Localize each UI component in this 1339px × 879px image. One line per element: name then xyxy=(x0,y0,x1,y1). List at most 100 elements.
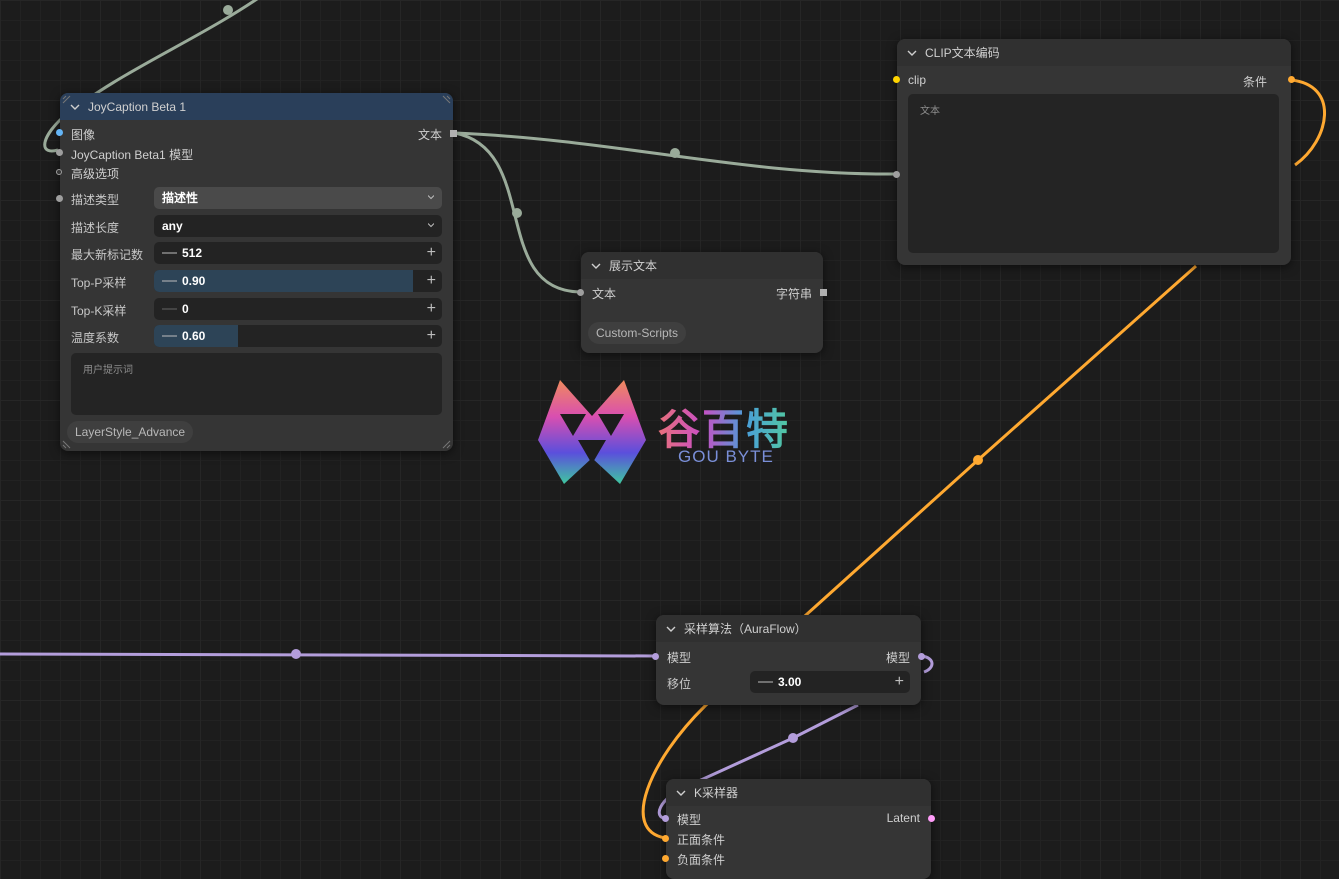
input-slot-model[interactable] xyxy=(662,815,669,822)
widget-label-shift: 移位 xyxy=(667,677,692,691)
input-label-advanced: 高级选项 xyxy=(71,167,120,181)
input-slot-model[interactable] xyxy=(652,653,659,660)
widget-input-dot[interactable] xyxy=(56,195,63,202)
resize-corner-icon[interactable] xyxy=(442,440,451,449)
increment-button[interactable]: + xyxy=(427,242,436,263)
input-slot-negative[interactable] xyxy=(662,855,669,862)
node-ksampler[interactable]: K采样器 模型 正面条件 负面条件 Latent xyxy=(662,779,935,879)
node-show-text[interactable]: 展示文本 文本 字符串 Custom-Scripts xyxy=(577,252,827,353)
clip-text-textarea[interactable]: 文本 xyxy=(908,94,1279,253)
top-k-value: 0 xyxy=(182,302,189,316)
input-slot-clip[interactable] xyxy=(893,76,900,83)
widget-label-max-tokens: 最大新标记数 xyxy=(71,248,144,262)
output-slot-latent[interactable] xyxy=(928,815,935,822)
decrement-button[interactable]: — xyxy=(162,325,177,346)
top-k-stepper[interactable]: — 0 + xyxy=(154,298,442,320)
user-prompt-placeholder: 用户提示词 xyxy=(83,365,133,376)
resize-corner-icon[interactable] xyxy=(62,95,71,104)
link-text-to-show-midpoint[interactable] xyxy=(512,208,522,218)
shift-stepper[interactable]: — 3.00 + xyxy=(750,671,910,693)
increment-button[interactable]: + xyxy=(427,325,436,346)
widget-label-top-k: Top-K采样 xyxy=(71,304,127,318)
decrement-button[interactable]: — xyxy=(162,242,177,263)
gou-byte-logo-icon xyxy=(538,380,646,484)
output-slot-string[interactable] xyxy=(820,289,827,296)
node-sampling-header[interactable]: 采样算法（AuraFlow） xyxy=(656,615,921,642)
max-tokens-value: 512 xyxy=(182,246,203,260)
output-label-latent: Latent xyxy=(886,811,920,825)
widget-label-temperature: 温度系数 xyxy=(71,331,120,345)
output-slot-text[interactable] xyxy=(450,130,457,137)
node-show-text-title: 展示文本 xyxy=(609,259,658,273)
node-joycaption-header[interactable]: JoyCaption Beta 1 xyxy=(60,93,453,120)
top-p-value: 0.90 xyxy=(182,274,206,288)
input-label-positive: 正面条件 xyxy=(677,833,726,847)
increment-button[interactable]: + xyxy=(427,298,436,319)
increment-button[interactable]: + xyxy=(427,270,436,291)
link-model-in[interactable] xyxy=(0,652,657,658)
link-conditioning-midpoint[interactable] xyxy=(973,455,983,465)
output-label-text: 文本 xyxy=(417,128,442,142)
input-label-model: 模型 xyxy=(677,813,702,827)
desc-length-select[interactable]: any xyxy=(154,215,442,237)
clip-text-label: 文本 xyxy=(920,106,940,117)
input-slot-positive[interactable] xyxy=(662,835,669,842)
input-label-clip: clip xyxy=(908,73,927,87)
input-label-model: JoyCaption Beta1 模型 xyxy=(71,148,194,162)
widget-label-top-p: Top-P采样 xyxy=(71,276,127,290)
collapse-chevron-icon[interactable] xyxy=(666,624,676,634)
top-p-slider[interactable]: — 0.90 + xyxy=(154,270,442,292)
node-show-text-header[interactable]: 展示文本 xyxy=(581,252,823,279)
node-source-badge: LayerStyle_Advance xyxy=(67,421,194,443)
output-label-model: 模型 xyxy=(885,651,910,665)
user-prompt-textarea[interactable]: 用户提示词 xyxy=(71,353,442,415)
link-image-midpoint[interactable] xyxy=(223,5,233,15)
resize-corner-icon[interactable] xyxy=(442,95,451,104)
collapse-chevron-icon[interactable] xyxy=(70,102,80,112)
input-label-negative: 负面条件 xyxy=(677,853,726,867)
link-model-in-midpoint[interactable] xyxy=(291,649,301,659)
input-slot-model[interactable] xyxy=(56,149,63,156)
chevron-down-icon xyxy=(428,195,434,200)
node-clip-header[interactable]: CLIP文本编码 xyxy=(897,39,1291,66)
watermark-subtitle: GOU BYTE xyxy=(678,447,774,466)
chevron-down-icon xyxy=(428,223,434,228)
desc-type-select[interactable]: 描述性 xyxy=(154,187,442,209)
output-slot-conditioning[interactable] xyxy=(1288,76,1295,83)
node-ksampler-title: K采样器 xyxy=(694,786,739,800)
link-text-to-clip-midpoint[interactable] xyxy=(670,148,680,158)
node-joycaption-title: JoyCaption Beta 1 xyxy=(88,99,187,114)
link-model-to-ksampler-midpoint[interactable] xyxy=(788,733,798,743)
temperature-slider[interactable]: — 0.60 + xyxy=(154,325,442,347)
input-slot-advanced[interactable] xyxy=(56,169,62,175)
watermark-logo: 谷百特 GOU BYTE xyxy=(536,378,806,488)
link-text-to-show[interactable] xyxy=(454,131,581,294)
resize-corner-icon[interactable] xyxy=(62,440,71,449)
output-slot-model[interactable] xyxy=(918,653,925,660)
link-text-to-clip[interactable] xyxy=(454,131,897,176)
node-clip-text-encode[interactable]: CLIP文本编码 clip 条件 文本 xyxy=(893,39,1295,265)
node-model-sampling[interactable]: 采样算法（AuraFlow） 模型 模型 移位 — 3.00 + xyxy=(652,615,925,705)
decrement-button[interactable]: — xyxy=(758,671,773,692)
max-tokens-stepper[interactable]: — 512 + xyxy=(154,242,442,264)
input-slot-image[interactable] xyxy=(56,129,63,136)
decrement-button[interactable]: — xyxy=(162,270,177,291)
desc-type-value: 描述性 xyxy=(162,191,199,205)
link-conditioning[interactable] xyxy=(1290,78,1326,167)
collapse-chevron-icon[interactable] xyxy=(676,788,686,798)
output-label-string: 字符串 xyxy=(775,287,812,301)
decrement-button[interactable]: — xyxy=(162,298,177,319)
node-source-badge: Custom-Scripts xyxy=(588,322,687,344)
increment-button[interactable]: + xyxy=(895,671,904,692)
collapse-chevron-icon[interactable] xyxy=(907,48,917,58)
node-joycaption[interactable]: JoyCaption Beta 1 图像 JoyCaption Beta1 模型… xyxy=(56,93,457,451)
collapse-chevron-icon[interactable] xyxy=(591,261,601,271)
widget-input-dot-text[interactable] xyxy=(893,171,900,178)
node-clip-title: CLIP文本编码 xyxy=(925,46,1000,60)
node-sampling-title: 采样算法（AuraFlow） xyxy=(684,622,807,636)
node-ksampler-header[interactable]: K采样器 xyxy=(666,779,931,806)
desc-length-value: any xyxy=(162,219,183,233)
input-slot-text[interactable] xyxy=(577,289,584,296)
widget-label-desc-type: 描述类型 xyxy=(71,193,120,207)
input-label-image: 图像 xyxy=(71,128,96,142)
